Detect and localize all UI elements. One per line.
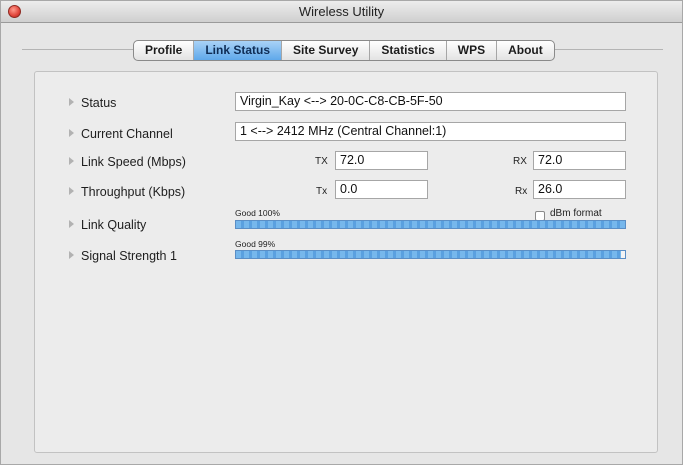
channel-label: Current Channel — [81, 127, 173, 141]
link-quality-bar — [235, 220, 626, 229]
tab-bar: Profile Link Status Site Survey Statisti… — [133, 40, 555, 61]
tab-profile[interactable]: Profile — [134, 41, 195, 60]
throughput-label: Throughput (Kbps) — [81, 185, 186, 199]
wireless-utility-window: Wireless Utility Profile Link Status Sit… — [0, 0, 683, 465]
dbm-format-label: dBm format — [550, 208, 602, 219]
signal-strength-label: Signal Strength 1 — [81, 249, 177, 263]
tab-statistics[interactable]: Statistics — [370, 41, 447, 60]
link-speed-tx-label: TX — [315, 156, 328, 167]
triangle-right-icon — [69, 98, 74, 106]
link-speed-label: Link Speed (Mbps) — [81, 155, 186, 169]
signal-strength-text: Good 99% — [235, 239, 276, 249]
window-title: Wireless Utility — [298, 4, 385, 19]
link-speed-tx-field: 72.0 — [335, 151, 428, 170]
link-quality-row-label: Link Quality — [69, 218, 146, 232]
triangle-right-icon — [69, 157, 74, 165]
triangle-right-icon — [69, 251, 74, 259]
channel-field: 1 <--> 2412 MHz (Central Channel:1) — [235, 122, 626, 141]
link-speed-row-label: Link Speed (Mbps) — [69, 155, 186, 169]
triangle-right-icon — [69, 129, 74, 137]
link-speed-rx-field: 72.0 — [533, 151, 626, 170]
triangle-right-icon — [69, 187, 74, 195]
signal-strength-bar — [235, 250, 626, 259]
status-field: Virgin_Kay <--> 20-0C-C8-CB-5F-50 — [235, 92, 626, 111]
signal-strength-row-label: Signal Strength 1 — [69, 249, 177, 263]
throughput-rx-label: Rx — [515, 186, 528, 197]
tab-site-survey[interactable]: Site Survey — [282, 41, 371, 60]
tab-about[interactable]: About — [497, 41, 554, 60]
throughput-tx-label: Tx — [316, 186, 328, 197]
throughput-row-label: Throughput (Kbps) — [69, 185, 185, 199]
link-speed-rx-label: RX — [513, 156, 527, 167]
channel-row-label: Current Channel — [69, 127, 173, 141]
link-quality-label: Link Quality — [81, 218, 147, 232]
status-label: Status — [81, 96, 117, 110]
tab-wps[interactable]: WPS — [447, 41, 498, 60]
title-bar: Wireless Utility — [1, 1, 682, 23]
throughput-rx-field: 26.0 — [533, 180, 626, 199]
throughput-tx-field: 0.0 — [335, 180, 428, 199]
triangle-right-icon — [69, 220, 74, 228]
tab-link-status[interactable]: Link Status — [194, 41, 283, 60]
link-quality-text: Good 100% — [235, 208, 280, 218]
signal-strength-bar-fill — [236, 251, 622, 258]
link-quality-bar-fill — [236, 221, 625, 228]
status-row-label: Status — [69, 96, 116, 110]
